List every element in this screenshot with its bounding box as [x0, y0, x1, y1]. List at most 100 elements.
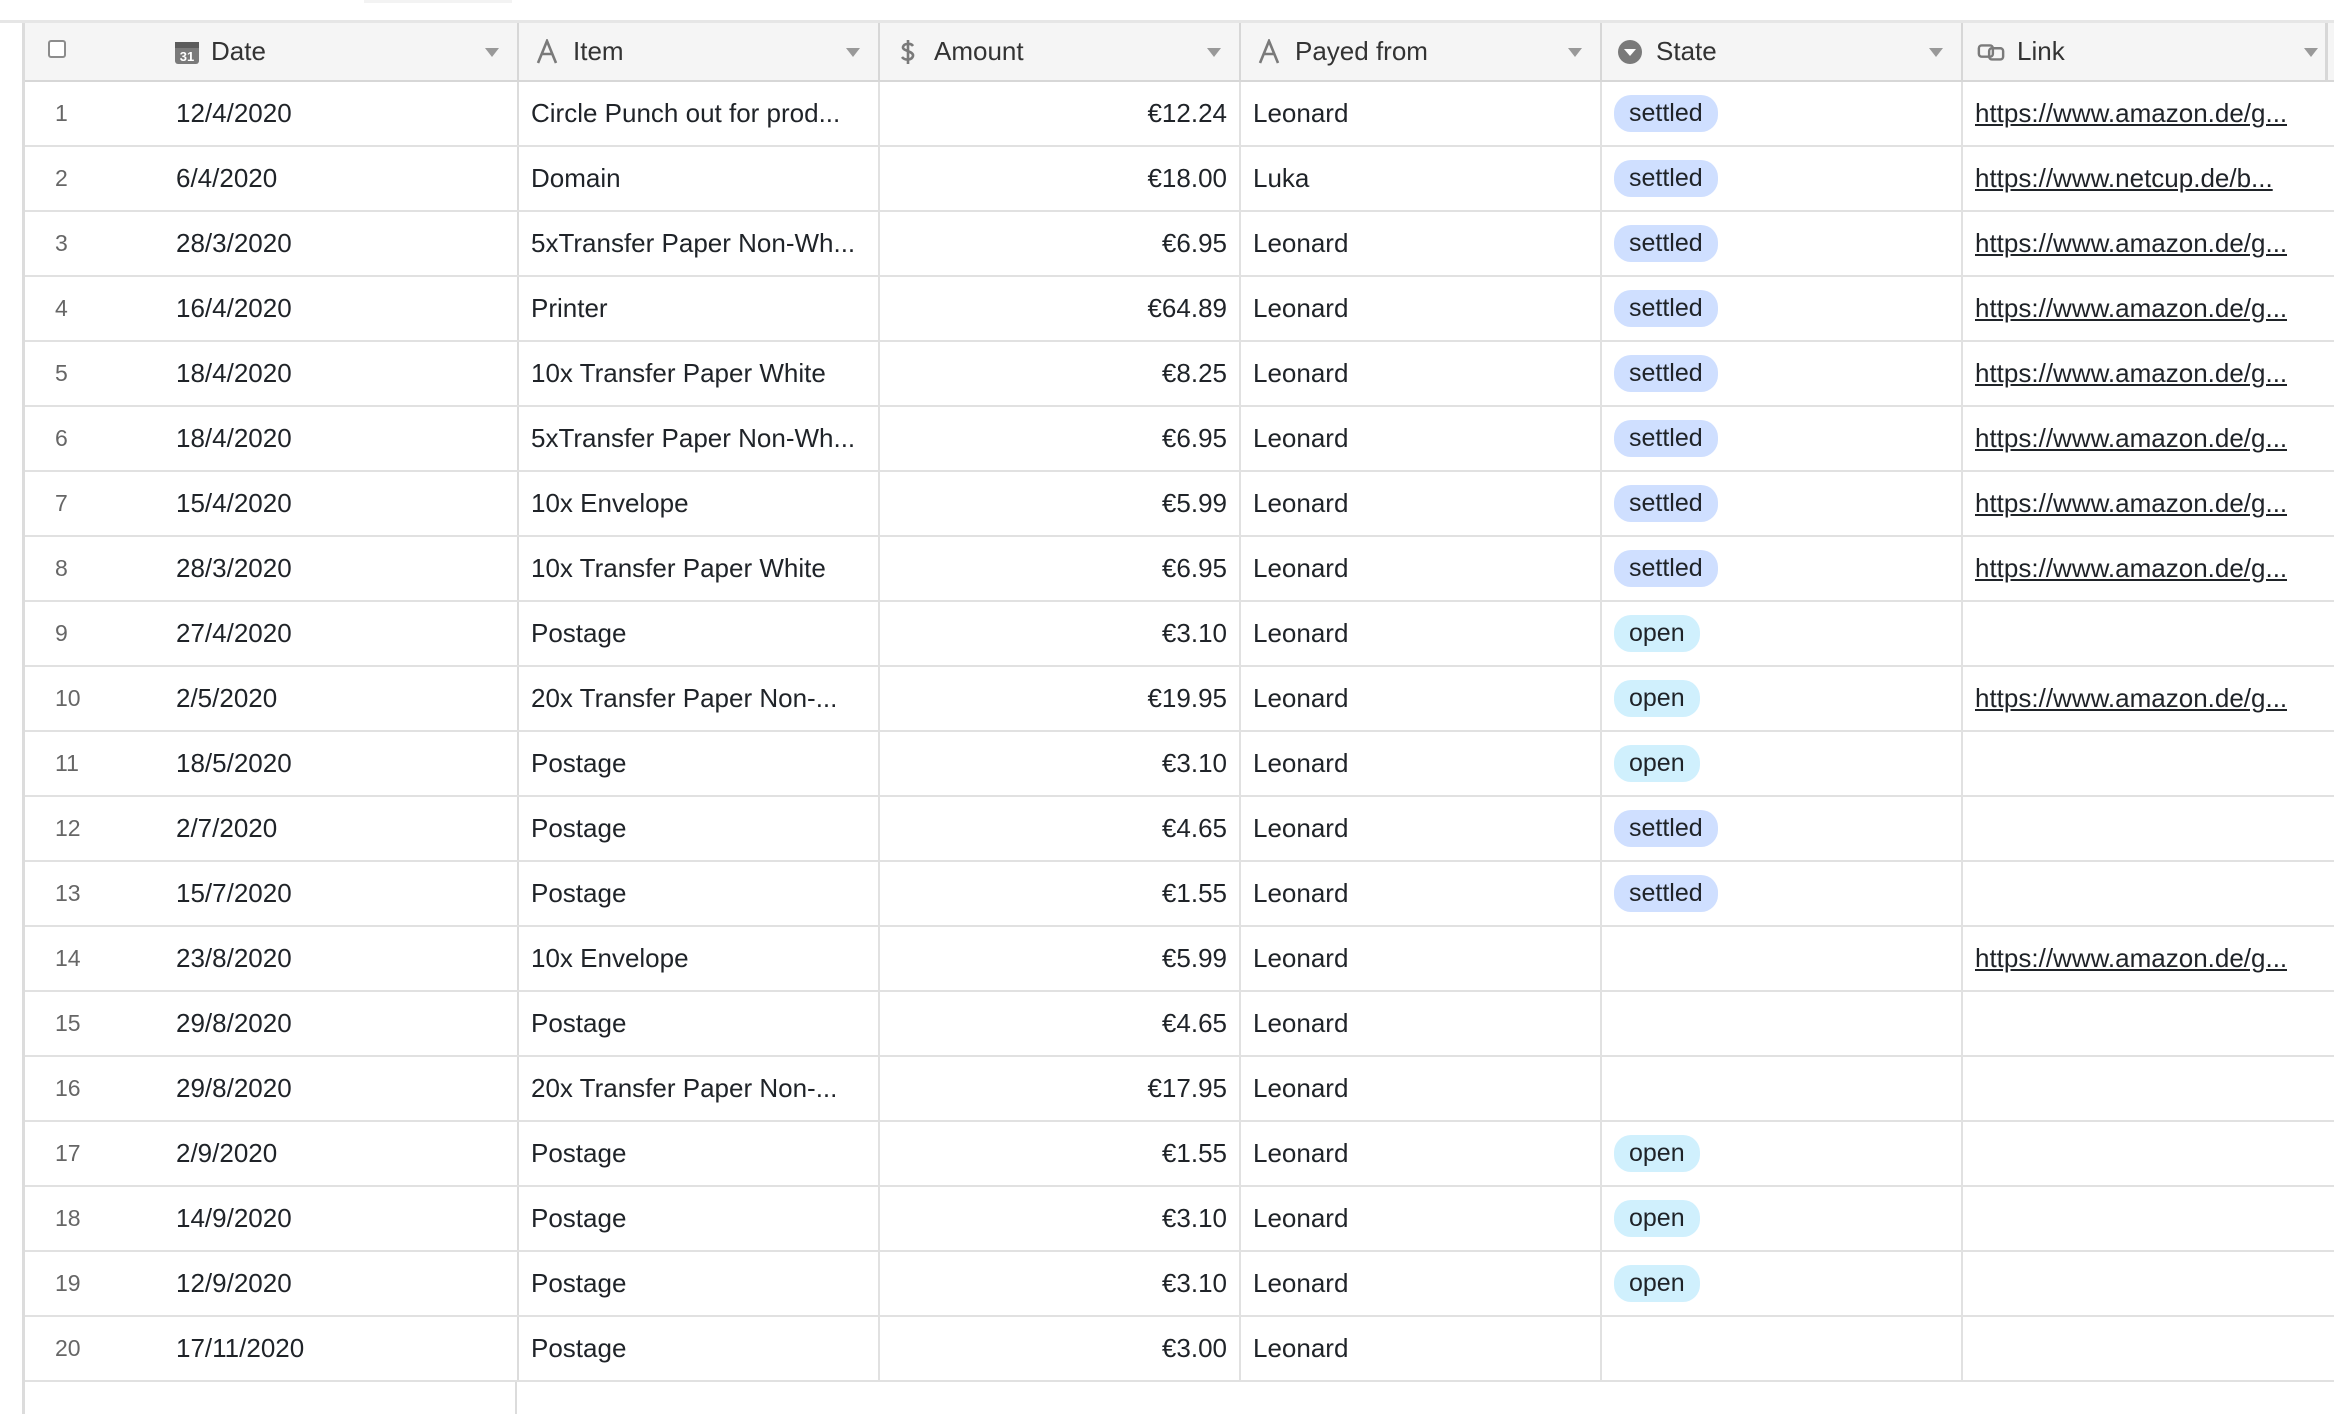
date-cell[interactable]: 8 28/3/2020: [25, 537, 517, 600]
link-cell[interactable]: [1961, 1122, 2334, 1185]
state-cell[interactable]: open: [1600, 1252, 1961, 1315]
link-cell[interactable]: https://www.amazon.de/g...: [1961, 537, 2334, 600]
payer-cell[interactable]: Leonard: [1239, 1057, 1600, 1120]
link-cell[interactable]: https://www.amazon.de/g...: [1961, 277, 2334, 340]
state-cell[interactable]: open: [1600, 1122, 1961, 1185]
link-cell[interactable]: [1961, 992, 2334, 1055]
item-cell[interactable]: 5xTransfer Paper Non-Wh...: [517, 212, 878, 275]
link-column-menu-icon[interactable]: [2304, 48, 2318, 57]
item-cell[interactable]: 5xTransfer Paper Non-Wh...: [517, 407, 878, 470]
link-cell[interactable]: [1961, 1187, 2334, 1250]
state-cell[interactable]: [1600, 927, 1961, 990]
state-pill-settled[interactable]: settled: [1614, 290, 1718, 327]
table-row[interactable]: 12 2/7/2020 Postage €4.65 Leonard settled: [25, 797, 2334, 862]
item-cell[interactable]: Circle Punch out for prod...: [517, 82, 878, 145]
item-cell[interactable]: Printer: [517, 277, 878, 340]
table-row[interactable]: 18 14/9/2020 Postage €3.10 Leonard open: [25, 1187, 2334, 1252]
payer-cell[interactable]: Leonard: [1239, 1122, 1600, 1185]
amount-cell[interactable]: €5.99: [878, 927, 1239, 990]
state-pill-settled[interactable]: settled: [1614, 550, 1718, 587]
date-cell[interactable]: 9 27/4/2020: [25, 602, 517, 665]
state-cell[interactable]: [1600, 1057, 1961, 1120]
date-cell[interactable]: 12 2/7/2020: [25, 797, 517, 860]
state-cell[interactable]: settled: [1600, 862, 1961, 925]
amount-cell[interactable]: €6.95: [878, 537, 1239, 600]
table-row[interactable]: 5 18/4/2020 10x Transfer Paper White €8.25 L…: [25, 342, 2334, 407]
amount-cell[interactable]: €12.24: [878, 82, 1239, 145]
state-pill-settled[interactable]: settled: [1614, 160, 1718, 197]
header-payer-column[interactable]: Payed from: [1239, 23, 1600, 80]
table-row[interactable]: 1 12/4/2020 Circle Punch out for prod... €1…: [25, 82, 2334, 147]
item-cell[interactable]: 10x Envelope: [517, 472, 878, 535]
item-column-menu-icon[interactable]: [846, 48, 860, 57]
date-column-menu-icon[interactable]: [485, 48, 499, 57]
state-cell[interactable]: settled: [1600, 342, 1961, 405]
item-cell[interactable]: Postage: [517, 1122, 878, 1185]
state-cell[interactable]: settled: [1600, 212, 1961, 275]
table-row[interactable]: 13 15/7/2020 Postage €1.55 Leonard settled: [25, 862, 2334, 927]
state-pill-open[interactable]: open: [1614, 615, 1700, 652]
amount-cell[interactable]: €19.95: [878, 667, 1239, 730]
link-cell[interactable]: [1961, 1252, 2334, 1315]
payer-cell[interactable]: Leonard: [1239, 82, 1600, 145]
link-cell[interactable]: https://www.amazon.de/g...: [1961, 212, 2334, 275]
date-cell[interactable]: 16 29/8/2020: [25, 1057, 517, 1120]
header-amount-column[interactable]: Amount: [878, 23, 1239, 80]
payer-cell[interactable]: Leonard: [1239, 1187, 1600, 1250]
state-pill-open[interactable]: open: [1614, 745, 1700, 782]
payer-cell[interactable]: Leonard: [1239, 797, 1600, 860]
state-cell[interactable]: settled: [1600, 82, 1961, 145]
state-pill-settled[interactable]: settled: [1614, 95, 1718, 132]
link-url[interactable]: https://www.amazon.de/g...: [1975, 488, 2287, 519]
payer-cell[interactable]: Leonard: [1239, 1252, 1600, 1315]
item-cell[interactable]: Postage: [517, 732, 878, 795]
payer-cell[interactable]: Leonard: [1239, 472, 1600, 535]
state-cell[interactable]: settled: [1600, 797, 1961, 860]
date-cell[interactable]: 4 16/4/2020: [25, 277, 517, 340]
table-row[interactable]: 6 18/4/2020 5xTransfer Paper Non-Wh... €6.9…: [25, 407, 2334, 472]
table-row[interactable]: 19 12/9/2020 Postage €3.10 Leonard open: [25, 1252, 2334, 1317]
table-row[interactable]: 2 6/4/2020 Domain €18.00 Luka settled https://…: [25, 147, 2334, 212]
table-row[interactable]: 20 17/11/2020 Postage €3.00 Leonard: [25, 1317, 2334, 1382]
table-row[interactable]: 4 16/4/2020 Printer €64.89 Leonard settled htt…: [25, 277, 2334, 342]
amount-cell[interactable]: €4.65: [878, 992, 1239, 1055]
date-cell[interactable]: 6 18/4/2020: [25, 407, 517, 470]
state-pill-settled[interactable]: settled: [1614, 485, 1718, 522]
item-cell[interactable]: Domain: [517, 147, 878, 210]
header-item-column[interactable]: Item: [517, 23, 878, 80]
amount-cell[interactable]: €8.25: [878, 342, 1239, 405]
amount-cell[interactable]: €18.00: [878, 147, 1239, 210]
state-pill-open[interactable]: open: [1614, 1200, 1700, 1237]
table-row[interactable]: 11 18/5/2020 Postage €3.10 Leonard open: [25, 732, 2334, 797]
payer-cell[interactable]: Luka: [1239, 147, 1600, 210]
state-pill-open[interactable]: open: [1614, 680, 1700, 717]
state-pill-settled[interactable]: settled: [1614, 420, 1718, 457]
date-cell[interactable]: 1 12/4/2020: [25, 82, 517, 145]
link-cell[interactable]: [1961, 1317, 2334, 1380]
state-pill-settled[interactable]: settled: [1614, 875, 1718, 912]
amount-cell[interactable]: €3.10: [878, 1252, 1239, 1315]
state-cell[interactable]: [1600, 992, 1961, 1055]
state-cell[interactable]: settled: [1600, 147, 1961, 210]
link-cell[interactable]: [1961, 862, 2334, 925]
link-url[interactable]: https://www.amazon.de/g...: [1975, 683, 2287, 714]
state-pill-open[interactable]: open: [1614, 1265, 1700, 1302]
link-url[interactable]: https://www.amazon.de/g...: [1975, 293, 2287, 324]
state-cell[interactable]: [1600, 1317, 1961, 1380]
link-cell[interactable]: [1961, 732, 2334, 795]
table-row[interactable]: 8 28/3/2020 10x Transfer Paper White €6.95 L…: [25, 537, 2334, 602]
table-row[interactable]: 16 29/8/2020 20x Transfer Paper Non-... €17…: [25, 1057, 2334, 1122]
link-url[interactable]: https://www.amazon.de/g...: [1975, 423, 2287, 454]
item-cell[interactable]: Postage: [517, 862, 878, 925]
link-url[interactable]: https://www.amazon.de/g...: [1975, 553, 2287, 584]
link-url[interactable]: https://www.amazon.de/g...: [1975, 943, 2287, 974]
state-cell[interactable]: open: [1600, 667, 1961, 730]
link-cell[interactable]: https://www.amazon.de/g...: [1961, 667, 2334, 730]
link-cell[interactable]: https://www.amazon.de/g...: [1961, 82, 2334, 145]
link-cell[interactable]: https://www.amazon.de/g...: [1961, 472, 2334, 535]
link-cell[interactable]: [1961, 797, 2334, 860]
item-cell[interactable]: Postage: [517, 602, 878, 665]
amount-cell[interactable]: €3.10: [878, 1187, 1239, 1250]
date-cell[interactable]: 18 14/9/2020: [25, 1187, 517, 1250]
item-cell[interactable]: Postage: [517, 1252, 878, 1315]
